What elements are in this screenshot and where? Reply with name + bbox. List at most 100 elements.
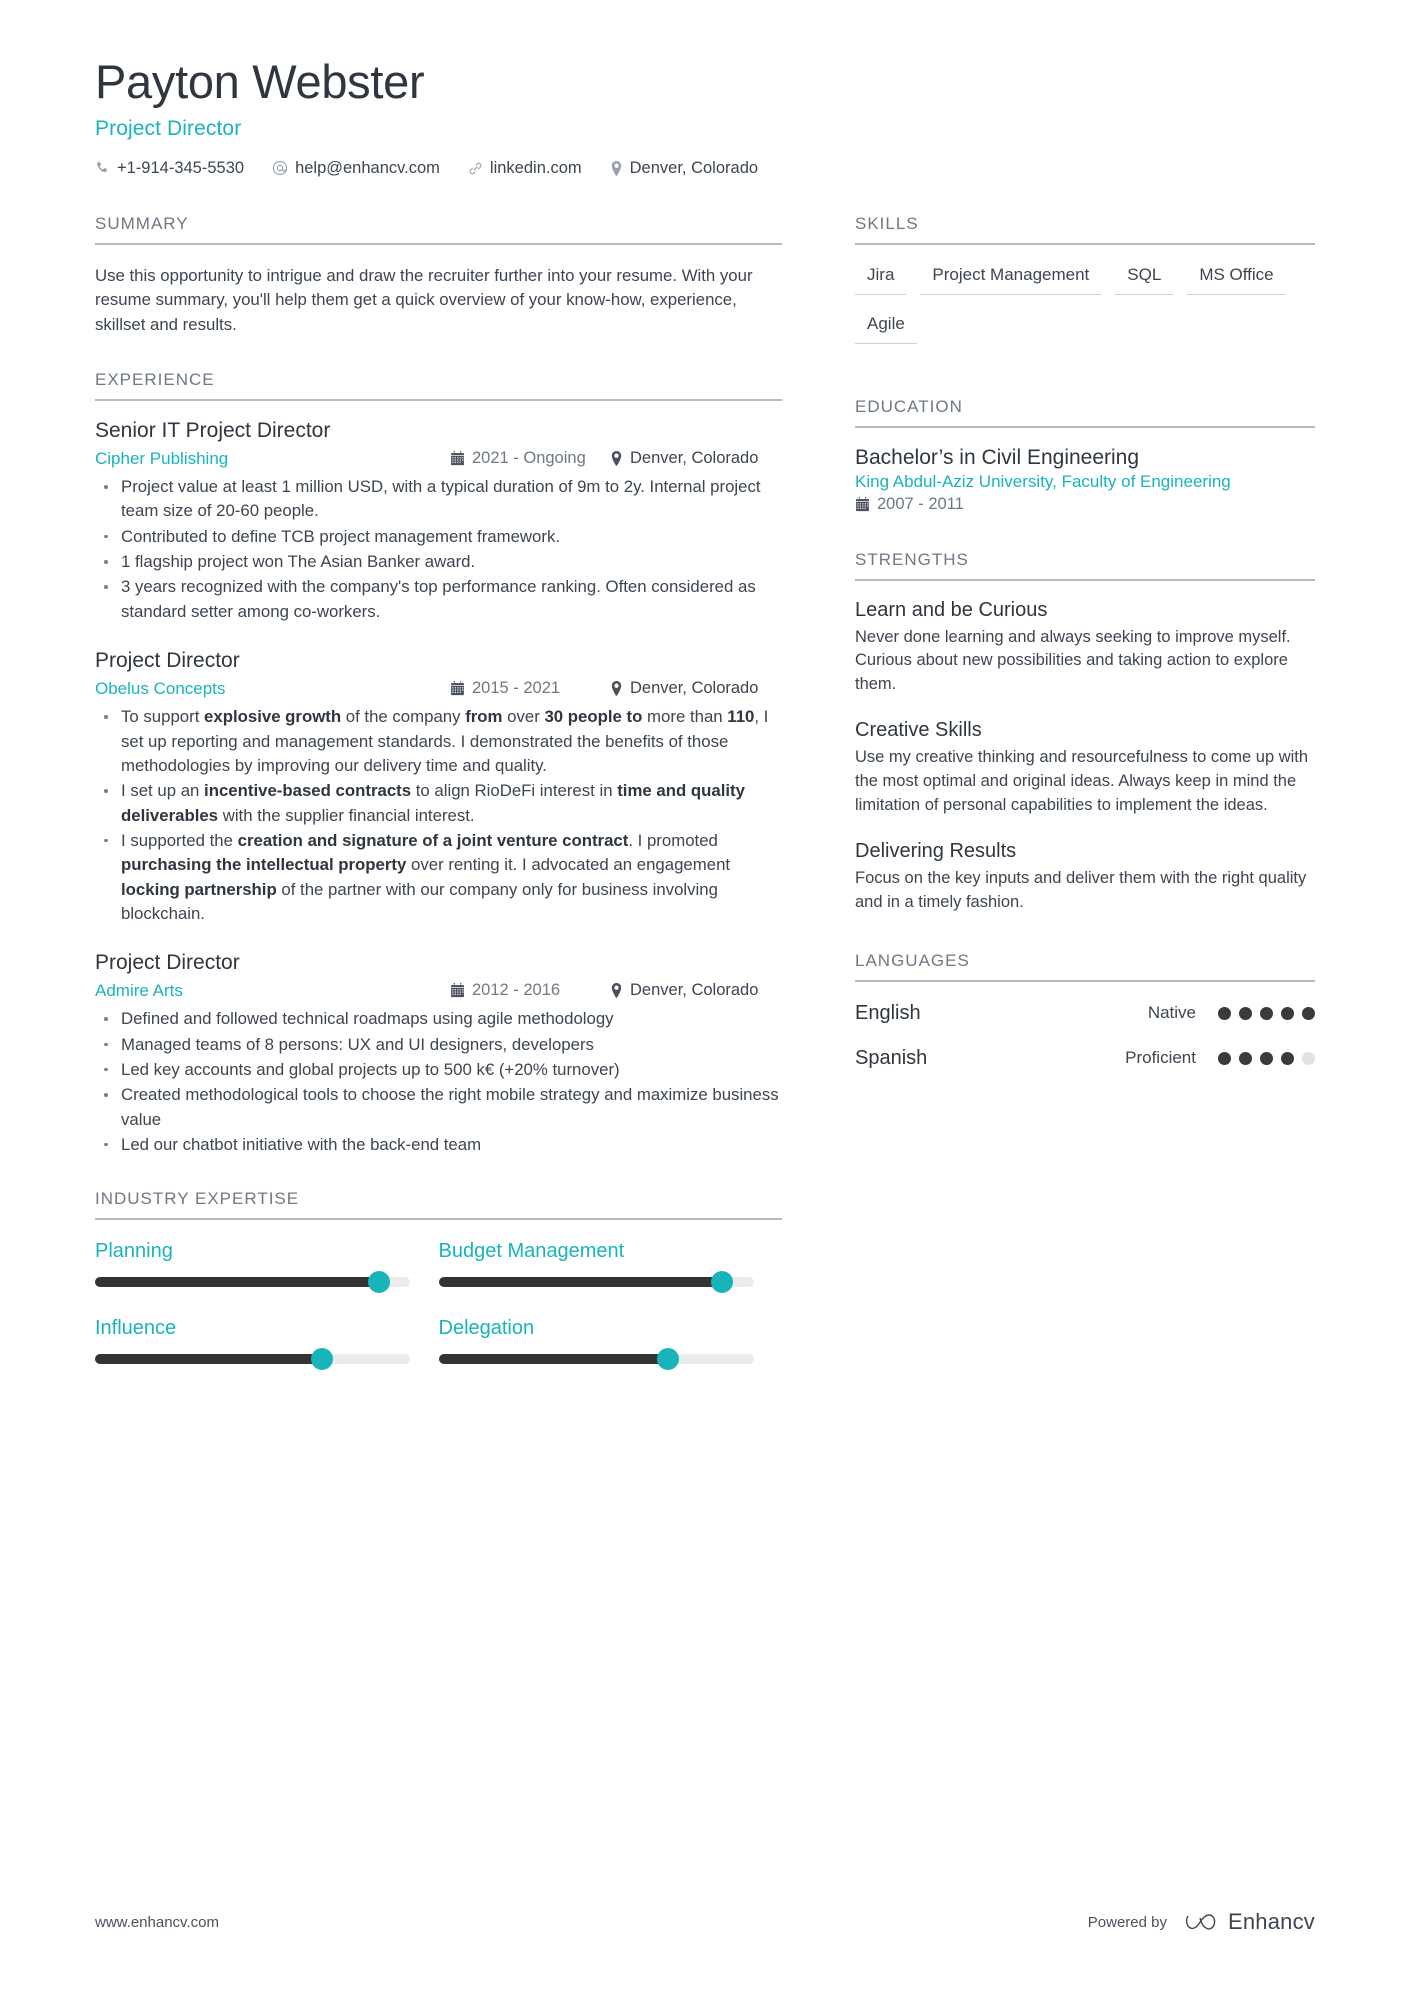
contact-email[interactable]: help@enhancv.com <box>272 159 440 178</box>
section-heading-skills: SKILLS <box>855 214 1315 245</box>
language-rating-dots[interactable] <box>1210 1006 1315 1020</box>
experience-company[interactable]: Admire Arts <box>95 981 183 1001</box>
strength-title: Delivering Results <box>855 840 1017 863</box>
section-heading-education: EDUCATION <box>855 397 1315 428</box>
slider-knob[interactable] <box>657 1348 680 1371</box>
page-footer: www.enhancv.com Powered by Enhancv <box>95 1909 1315 1935</box>
rating-dot-filled <box>1218 1006 1231 1020</box>
strength-title: Creative Skills <box>855 719 982 742</box>
section-industry-expertise: INDUSTRY EXPERTISE Planning Budget Manage… <box>95 1189 782 1394</box>
contact-email-text: help@enhancv.com <box>295 158 440 177</box>
experience-date: 2021 - Ongoing <box>450 449 610 468</box>
industry-expertise-slider[interactable] <box>95 1348 410 1371</box>
experience-bullet-list: Project value at least 1 million USD, wi… <box>95 475 782 624</box>
strength-item: Learn and be Curious Never done learning … <box>855 599 1315 698</box>
education-date-text: 2007 - 2011 <box>877 494 964 513</box>
industry-expertise-label: Influence <box>95 1317 177 1340</box>
rating-dot-filled <box>1281 1006 1294 1020</box>
experience-location: Denver, Colorado <box>610 449 782 468</box>
education-school[interactable]: King Abdul-Aziz University, Faculty of E… <box>855 472 1315 492</box>
footer-branding: Powered by Enhancv <box>1088 1909 1315 1935</box>
phone-icon <box>95 161 110 176</box>
experience-location-text: Denver, Colorado <box>630 449 759 468</box>
job-title: Project Director <box>95 116 242 140</box>
experience-bullet: 3 years recognized with the company's to… <box>95 575 782 624</box>
strength-title: Learn and be Curious <box>855 598 1048 621</box>
footer-site-url[interactable]: www.enhancv.com <box>95 1914 219 1931</box>
experience-company[interactable]: Cipher Publishing <box>95 449 228 469</box>
strength-description: Use my creative thinking and resourceful… <box>855 748 1309 815</box>
strength-description: Focus on the key inputs and deliver them… <box>855 869 1307 911</box>
location-icon <box>610 983 623 999</box>
slider-knob[interactable] <box>711 1271 733 1294</box>
education-date: 2007 - 2011 <box>855 495 1315 514</box>
industry-expertise-slider[interactable] <box>95 1271 410 1294</box>
experience-date-text: 2021 - Ongoing <box>472 449 586 468</box>
experience-job-title: Project Director <box>95 649 240 673</box>
section-languages: LANGUAGES English Native Spanish Proficient <box>855 951 1315 1070</box>
industry-expertise-list: Planning Budget Management Influence Delega… <box>95 1240 782 1394</box>
experience-bullet: Managed teams of 8 persons: UX and UI de… <box>95 1033 782 1057</box>
experience-meta-row: Admire Arts 2012 - 2016 Denver, Colorado <box>95 978 782 1003</box>
strength-description: Never done learning and always seeking t… <box>855 627 1291 694</box>
section-experience: EXPERIENCE Senior IT Project Director Cip… <box>95 370 782 1157</box>
industry-expertise-slider[interactable] <box>438 1348 754 1371</box>
section-skills: SKILLS Jira Project Management SQL MS Offic… <box>855 214 1315 361</box>
experience-bullet: 1 flagship project won The Asian Banker … <box>95 550 782 574</box>
experience-location-text: Denver, Colorado <box>630 679 759 698</box>
enhancv-brand-name: Enhancv <box>1227 1909 1315 1934</box>
location-icon <box>610 451 623 466</box>
section-heading-summary: SUMMARY <box>95 214 782 245</box>
strength-item: Delivering Results Focus on the key input… <box>855 840 1315 915</box>
skill-chip[interactable]: SQL <box>1115 263 1174 295</box>
experience-bullet: Defined and followed technical roadmaps … <box>95 1007 782 1031</box>
experience-date-text: 2012 - 2016 <box>472 981 561 1000</box>
strengths-list: Learn and be Curious Never done learning … <box>855 599 1315 915</box>
language-rating-dots[interactable] <box>1210 1051 1315 1065</box>
slider-fill <box>95 1354 322 1365</box>
left-column: SUMMARY Use this opportunity to intrigue… <box>95 214 782 1395</box>
slider-knob[interactable] <box>367 1271 390 1294</box>
experience-bullet: I supported the creation and signature o… <box>95 829 782 926</box>
strength-item: Creative Skills Use my creative thinking … <box>855 719 1315 818</box>
contact-link[interactable]: linkedin.com <box>468 159 582 178</box>
experience-date-text: 2015 - 2021 <box>472 679 561 698</box>
skill-chip[interactable]: MS Office <box>1187 263 1286 295</box>
experience-meta-row: Cipher Publishing 2021 - Ongoing Denver, C… <box>95 446 782 471</box>
education-item: Bachelor’s in Civil Engineering King Abdu… <box>855 446 1315 514</box>
experience-date: 2015 - 2021 <box>450 679 610 698</box>
industry-expertise-label: Budget Management <box>438 1240 625 1263</box>
language-row: Spanish Proficient <box>855 1047 1315 1070</box>
contact-phone-text: +1-914-345-5530 <box>117 158 245 177</box>
skills-list: Jira Project Management SQL MS Office Agile <box>855 263 1315 361</box>
rating-dot-filled <box>1218 1051 1231 1065</box>
footer-powered-by-label: Powered by <box>1087 1913 1167 1931</box>
industry-expertise-slider[interactable] <box>438 1271 754 1294</box>
language-name: English <box>855 1001 921 1024</box>
experience-job-title: Project Director <box>95 951 240 975</box>
location-icon <box>610 681 623 696</box>
contact-phone[interactable]: +1-914-345-5530 <box>95 159 244 178</box>
languages-list: English Native Spanish Proficient <box>855 1002 1315 1070</box>
contact-location: Denver, Colorado <box>610 159 758 178</box>
skill-chip[interactable]: Jira <box>855 263 907 295</box>
resume-page: Payton Webster Project Director +1-914-3… <box>0 0 1410 1995</box>
rating-dot-empty <box>1302 1051 1315 1065</box>
experience-company[interactable]: Obelus Concepts <box>95 679 225 699</box>
section-heading-strengths: STRENGTHS <box>855 550 1315 581</box>
experience-item: Project Director Obelus Concepts 2015 - 20… <box>95 649 782 926</box>
experience-bullet: Created methodological tools to choose t… <box>95 1083 782 1132</box>
language-row: English Native <box>855 1002 1315 1025</box>
slider-knob[interactable] <box>310 1348 333 1371</box>
skill-chip[interactable]: Project Management <box>920 263 1102 295</box>
industry-expertise-item: Planning <box>95 1240 439 1294</box>
industry-expertise-item: Influence <box>95 1317 439 1371</box>
rating-dot-filled <box>1260 1051 1273 1065</box>
industry-expertise-item: Budget Management <box>438 1240 783 1294</box>
rating-dot-filled <box>1239 1006 1252 1020</box>
skill-chip[interactable]: Agile <box>855 312 917 344</box>
experience-bullet: Led key accounts and global projects up … <box>95 1058 782 1082</box>
enhancv-mark-icon <box>1185 1914 1216 1930</box>
experience-location-text: Denver, Colorado <box>630 981 759 1000</box>
calendar-icon <box>855 496 870 512</box>
